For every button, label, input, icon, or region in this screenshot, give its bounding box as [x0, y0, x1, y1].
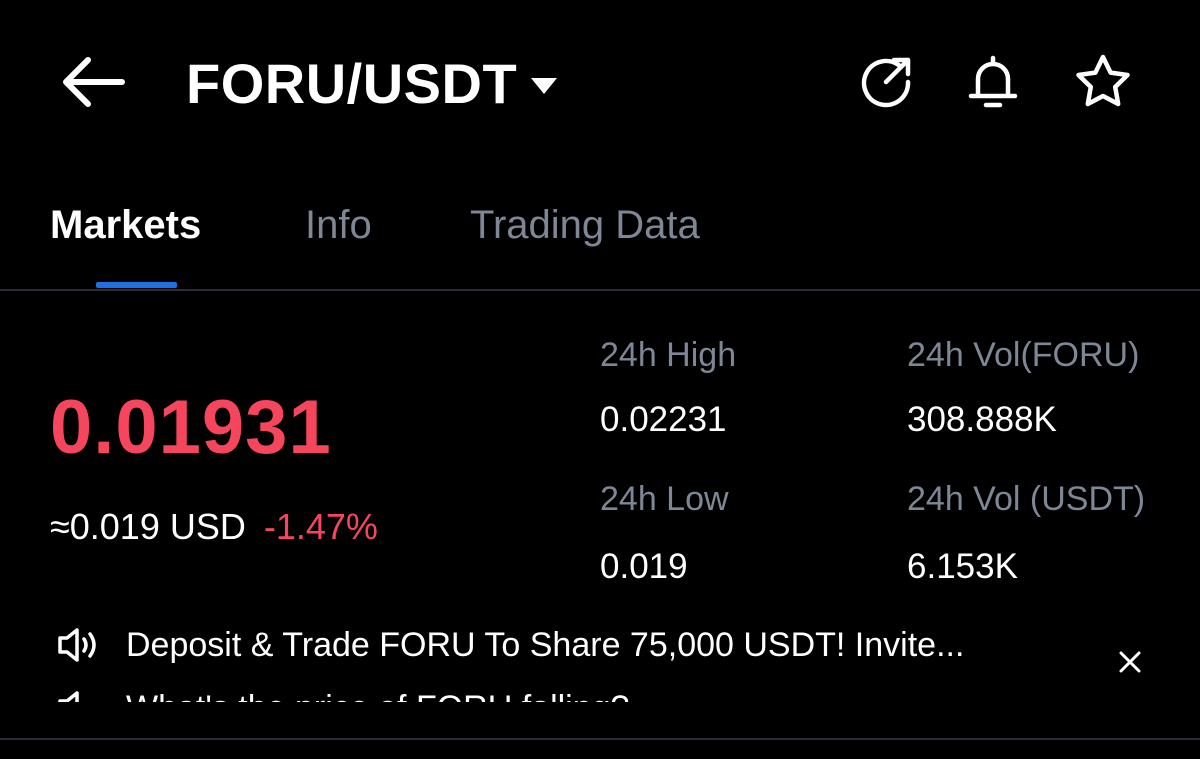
back-button[interactable]	[56, 52, 128, 112]
bottom-divider	[0, 738, 1200, 740]
active-tab-indicator	[96, 282, 177, 288]
refresh-icon	[861, 57, 911, 108]
vol-foru-label: 24h Vol(FORU)	[907, 336, 1140, 374]
speaker-icon	[58, 691, 79, 702]
vol-foru-value: 308.888K	[907, 400, 1057, 439]
high-24h-label: 24h High	[600, 336, 737, 374]
alert-button[interactable]	[963, 52, 1023, 112]
high-24h-value: 0.02231	[600, 400, 727, 439]
price-change-percent: -1.47%	[263, 506, 378, 547]
price-usd-row: ≈0.019 USD -1.47%	[50, 505, 378, 549]
back-arrow-icon	[63, 57, 125, 107]
speaker-icon	[58, 628, 96, 662]
favorite-button[interactable]	[1073, 52, 1133, 112]
last-price: 0.01931	[50, 385, 332, 470]
usd-equivalent: ≈0.019 USD	[50, 506, 246, 547]
close-icon	[1119, 651, 1141, 673]
vol-usdt-value: 6.153K	[907, 547, 1018, 586]
next-announcement-text: What's the price of FORU falling?	[126, 688, 629, 702]
star-icon	[1076, 54, 1130, 107]
close-announcement-button[interactable]	[1110, 642, 1150, 682]
pair-title: FORU/USDT	[186, 52, 518, 115]
low-24h-value: 0.019	[600, 547, 688, 586]
tab-trading-data[interactable]: Trading Data	[470, 197, 700, 253]
bell-icon	[968, 55, 1018, 108]
tab-info[interactable]: Info	[305, 197, 372, 253]
vol-usdt-label: 24h Vol (USDT)	[907, 480, 1146, 518]
next-announcement-clipped: What's the price of FORU falling?	[56, 688, 756, 702]
tabs-divider	[0, 289, 1200, 291]
pair-selector[interactable]: FORU/USDT	[186, 48, 559, 120]
low-24h-label: 24h Low	[600, 480, 729, 518]
tab-markets[interactable]: Markets	[50, 197, 201, 253]
refresh-button[interactable]	[856, 52, 916, 112]
announcement-banner: Deposit & Trade FORU To Share 75,000 USD…	[56, 620, 1136, 670]
caret-down-icon	[531, 78, 558, 94]
announcement-text[interactable]: Deposit & Trade FORU To Share 75,000 USD…	[126, 626, 964, 665]
